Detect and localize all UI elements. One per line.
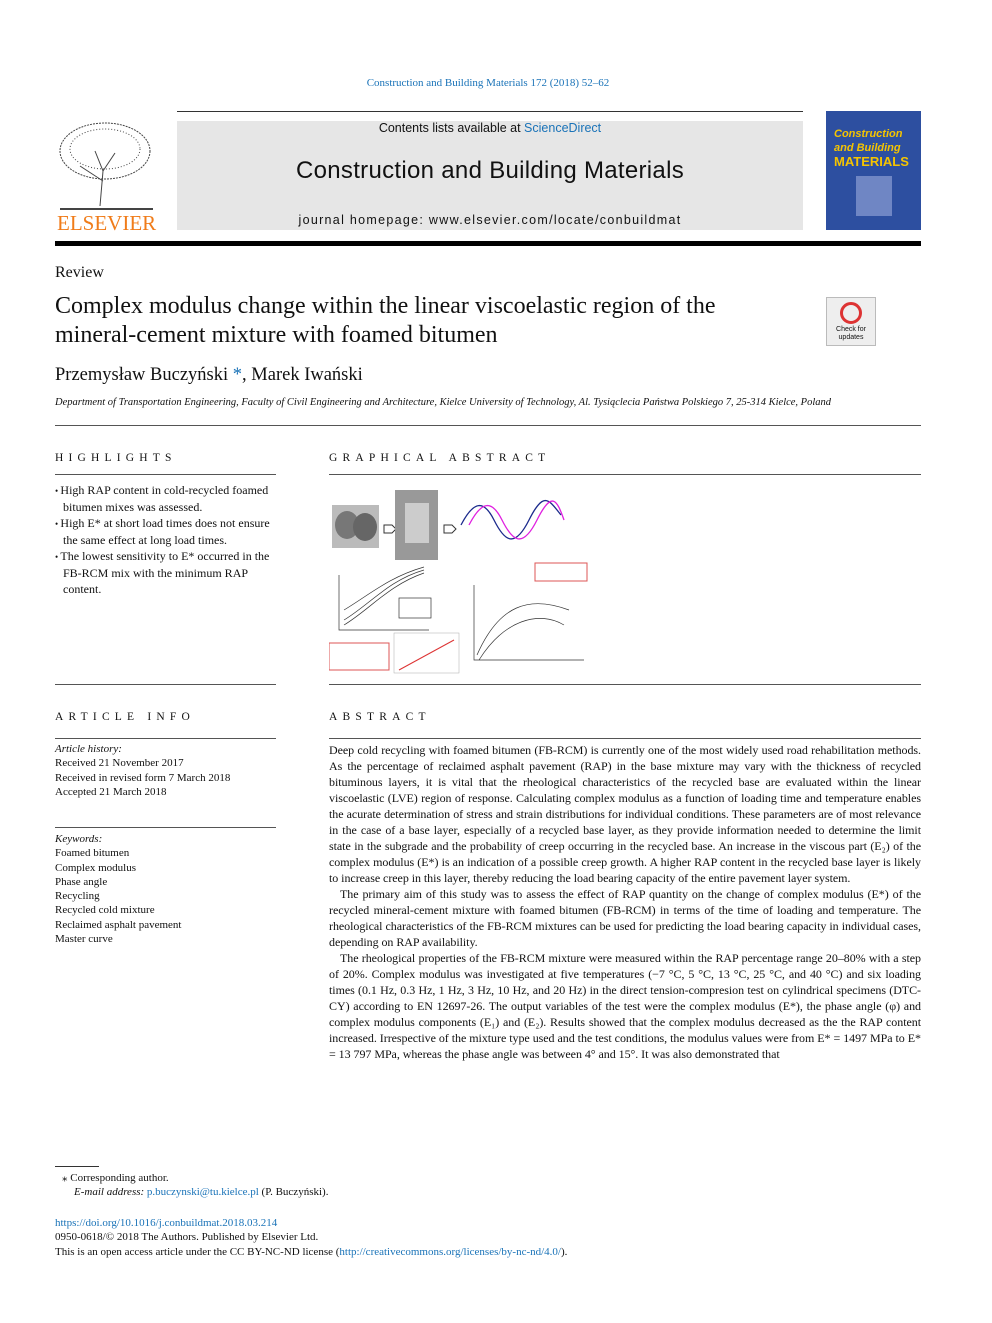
article-title: Complex modulus change within the linear… [55,293,716,348]
article-history: Article history: Received 21 November 20… [55,743,231,798]
abstract-paragraph: Deep cold recycling with foamed bitumen … [329,743,921,885]
keyword: Recycling [55,890,100,903]
list-item: High RAP content in cold-recycled foamed… [55,482,277,515]
elsevier-tree-icon [55,121,155,213]
abstract-paragraph: The rheological properties of the FB-RCM… [329,951,921,1061]
keyword: Complex modulus [55,861,136,874]
corresponding-mark[interactable]: * [233,365,242,385]
footnote-rule [55,1166,99,1167]
abstract-heading: ABSTRACT [329,711,431,723]
sciencedirect-link[interactable]: ScienceDirect [524,121,601,135]
article-type: Review [55,264,104,281]
footnote: ⁎ Corresponding author. E-mail address: … [62,1172,329,1199]
highlights-heading: HIGHLIGHTS [55,452,177,464]
bookmark-icon [840,302,862,324]
journal-header-box: Contents lists available at ScienceDirec… [177,121,803,230]
check-for-updates-button[interactable]: Check for updates [826,297,876,346]
abstract-paragraph: The primary aim of this study was to ass… [329,887,921,949]
graphical-abstract-image [329,490,588,674]
journal-cover[interactable]: Construction and Building MATERIALS [826,111,921,230]
list-item: The lowest sensitivity to E* occurred in… [55,548,277,597]
list-item: High E* at short load times does not ens… [55,515,277,548]
footer: https://doi.org/10.1016/j.conbuildmat.20… [55,1217,568,1258]
graphical-abstract-heading: GRAPHICAL ABSTRACT [329,452,551,464]
keyword: Phase angle [55,875,108,888]
keywords-list: Keywords: Foamed bitumen Complex modulus… [55,833,182,946]
keyword: Foamed bitumen [55,847,130,860]
journal-homepage[interactable]: journal homepage: www.elsevier.com/locat… [177,213,803,227]
header-rule [55,241,921,246]
keyword: Reclaimed asphalt pavement [55,918,182,931]
journal-citation[interactable]: Construction and Building Materials 172 … [0,77,976,89]
article-info-heading: ARTICLE INFO [55,711,195,723]
author-name[interactable]: Przemysław Buczyński [55,365,228,385]
keyword: Recycled cold mixture [55,904,155,917]
elsevier-logo[interactable]: ELSEVIER [55,121,156,235]
author-name[interactable]: Marek Iwański [251,365,362,385]
authors: Przemysław Buczyński *, Marek Iwański [55,365,363,385]
doi-link[interactable]: https://doi.org/10.1016/j.conbuildmat.20… [55,1217,277,1229]
journal-title: Construction and Building Materials [295,157,685,184]
email-link[interactable]: p.buczynski@tu.kielce.pl [147,1186,259,1198]
affiliation: Department of Transportation Engineering… [55,397,832,408]
keyword: Master curve [55,933,113,946]
abstract-body: Deep cold recycling with foamed bitumen … [329,742,921,1062]
license-link[interactable]: http://creativecommons.org/licenses/by-n… [339,1246,561,1258]
highlights-list: High RAP content in cold-recycled foamed… [55,482,277,597]
